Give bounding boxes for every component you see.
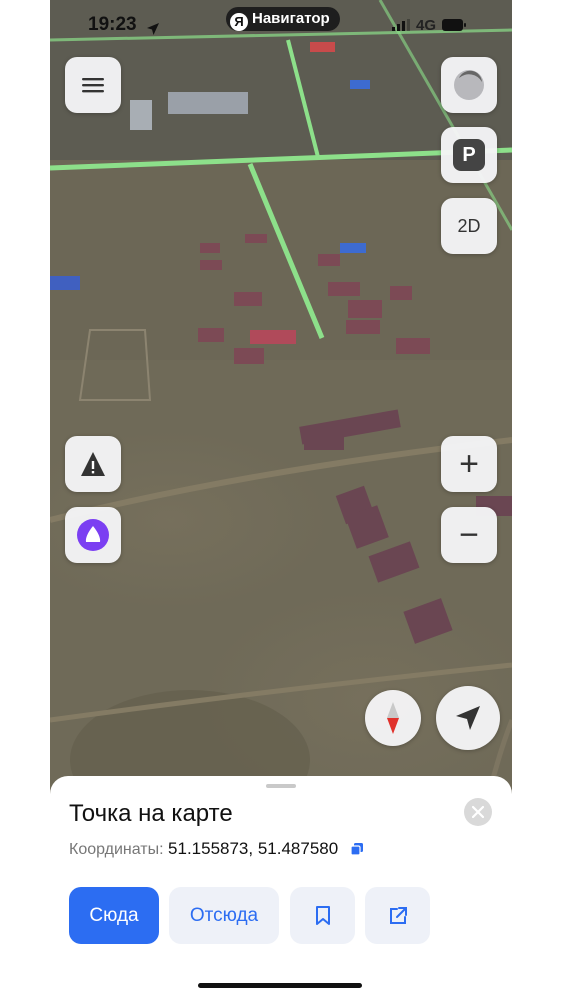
- parking-label: P: [453, 139, 485, 171]
- coordinates-value[interactable]: 51.155873, 51.487580: [168, 839, 338, 858]
- alice-assistant-button[interactable]: [65, 507, 121, 563]
- zoom-out-button[interactable]: −: [441, 507, 497, 563]
- view-mode-button[interactable]: 2D: [441, 198, 497, 254]
- app-pill-label: Навигатор: [252, 10, 330, 27]
- circle-icon: [454, 70, 484, 100]
- alice-icon: [77, 519, 109, 551]
- parking-button[interactable]: P: [441, 127, 497, 183]
- bookmark-icon: [315, 905, 330, 925]
- warning-icon: [81, 452, 105, 476]
- system-indicators: 4G: [391, 16, 466, 34]
- route-to-button[interactable]: Сюда: [69, 887, 159, 944]
- location-arrow-icon: [147, 23, 159, 35]
- status-time: 19:23: [88, 14, 137, 35]
- route-from-button[interactable]: Отсюда: [169, 887, 279, 944]
- app-screen: 19:23 Я Навигатор 4G P 2D + − Точка на к…: [50, 0, 512, 999]
- sheet-handle[interactable]: [266, 784, 296, 788]
- coordinates-label: Координаты:: [69, 841, 164, 858]
- bookmark-button[interactable]: [290, 887, 355, 944]
- battery-icon: [442, 19, 466, 31]
- compass-button[interactable]: [365, 690, 421, 746]
- hamburger-icon: [82, 78, 104, 93]
- app-pill[interactable]: Я Навигатор: [226, 7, 340, 31]
- place-card: Точка на карте Координаты: 51.155873, 51…: [50, 776, 512, 999]
- home-indicator[interactable]: [198, 983, 362, 988]
- close-button[interactable]: [464, 798, 492, 826]
- compass-icon: [387, 702, 399, 734]
- navigation-arrow-icon: [456, 706, 480, 730]
- place-title: Точка на карте: [69, 800, 233, 827]
- close-icon: [472, 806, 484, 818]
- road-alert-button[interactable]: [65, 436, 121, 492]
- copy-icon[interactable]: [350, 843, 363, 856]
- zoom-in-button[interactable]: +: [441, 436, 497, 492]
- coordinates-row: Координаты: 51.155873, 51.487580: [69, 839, 363, 859]
- signal-icon: [391, 19, 410, 31]
- network-label: 4G: [415, 16, 436, 34]
- share-icon: [389, 906, 407, 924]
- menu-button[interactable]: [65, 57, 121, 113]
- share-button[interactable]: [365, 887, 430, 944]
- yandex-logo-icon: Я: [230, 13, 248, 31]
- voice-search-button[interactable]: [441, 57, 497, 113]
- my-location-button[interactable]: [436, 686, 500, 750]
